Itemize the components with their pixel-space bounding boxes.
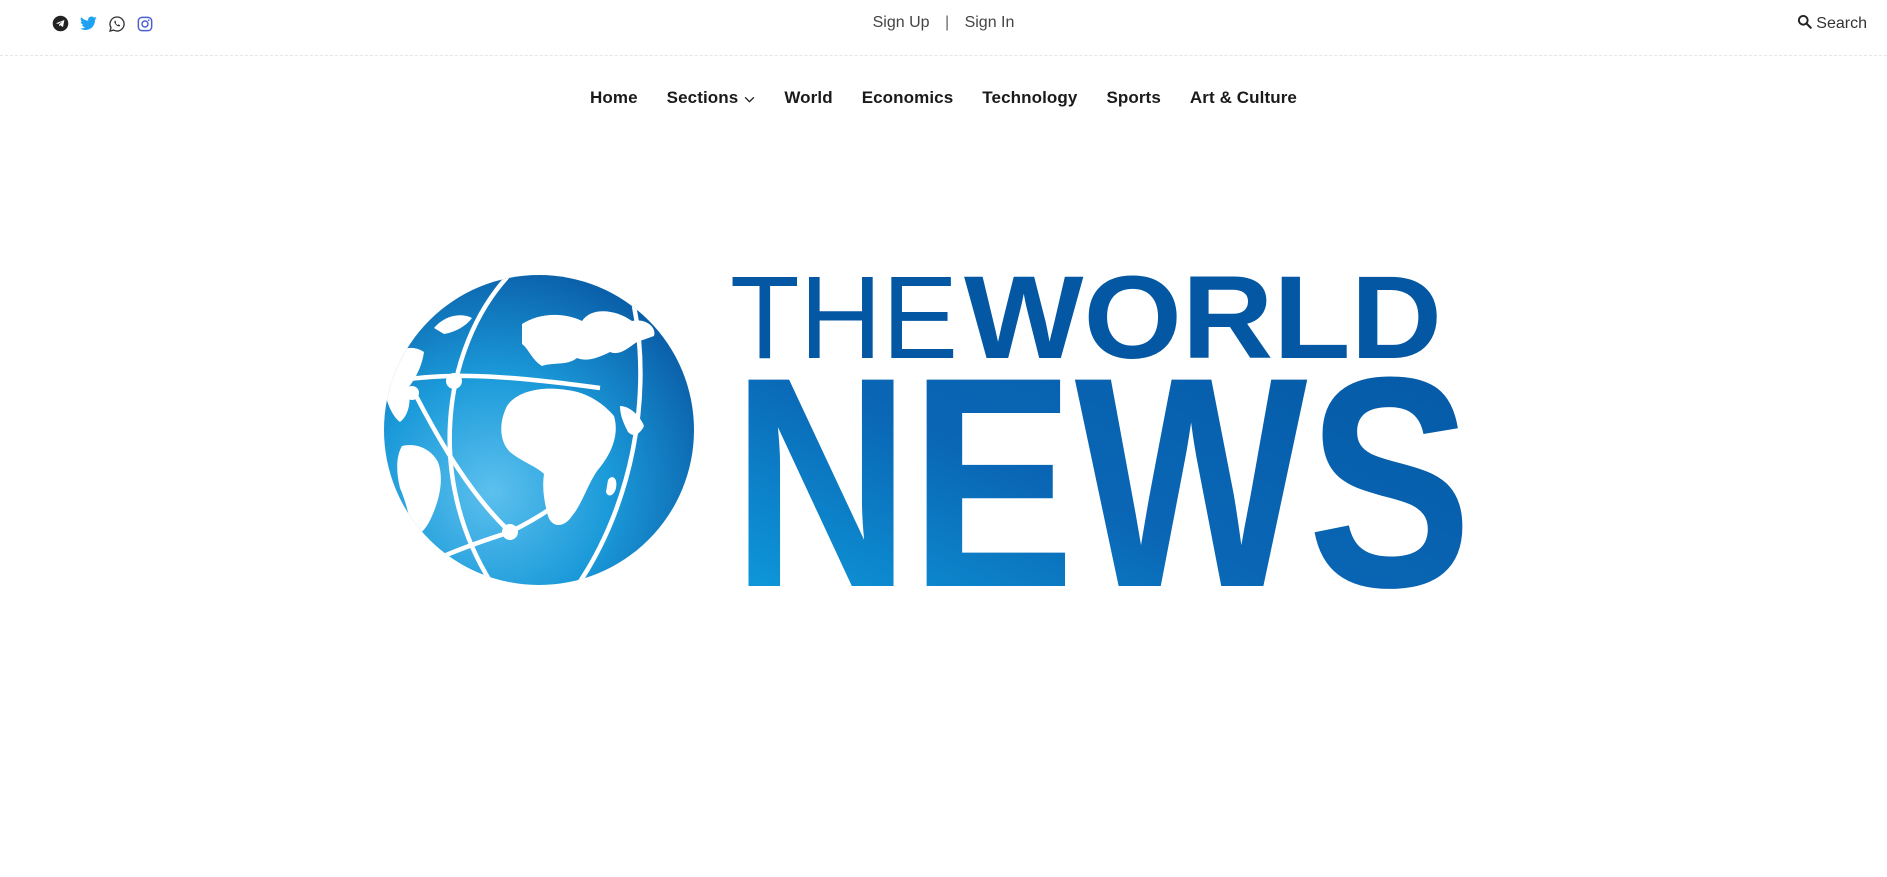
- search-button[interactable]: Search: [1797, 14, 1867, 34]
- nav-item-label: Sports: [1106, 88, 1161, 107]
- nav-item-label: Home: [590, 88, 638, 107]
- auth-separator: |: [944, 14, 950, 31]
- nav-item-home[interactable]: Home: [590, 88, 638, 108]
- nav-item-label: Sections: [666, 88, 739, 107]
- sign-in-link[interactable]: Sign In: [965, 14, 1015, 31]
- nav-item-technology[interactable]: Technology: [982, 88, 1077, 108]
- globe-icon: [384, 275, 694, 585]
- top-bar: Sign Up | Sign In Search: [0, 0, 1887, 56]
- sign-up-link[interactable]: Sign Up: [873, 14, 930, 31]
- search-label: Search: [1816, 15, 1867, 32]
- nav-item-sections[interactable]: Sections: [667, 88, 756, 108]
- logo-word-news: NEWS: [732, 314, 1472, 596]
- nav-item-sports[interactable]: Sports: [1106, 88, 1160, 108]
- auth-links: Sign Up | Sign In: [0, 14, 1887, 32]
- chevron-down-icon: [744, 88, 755, 108]
- nav-item-label: Art & Culture: [1189, 88, 1297, 107]
- nav-item-label: Technology: [982, 88, 1078, 107]
- nav-item-art-culture[interactable]: Art & Culture: [1190, 88, 1297, 108]
- nav-item-label: Economics: [861, 88, 954, 107]
- search-icon: [1797, 14, 1813, 34]
- nav-item-world[interactable]: World: [784, 88, 832, 108]
- main-nav: Home Sections World Economics Technology…: [0, 88, 1887, 108]
- logo-graphic: THE WORLD NEWS: [384, 252, 1472, 650]
- nav-item-label: World: [784, 88, 833, 107]
- nav-item-economics[interactable]: Economics: [862, 88, 954, 108]
- site-logo[interactable]: THE WORLD NEWS: [382, 252, 1478, 650]
